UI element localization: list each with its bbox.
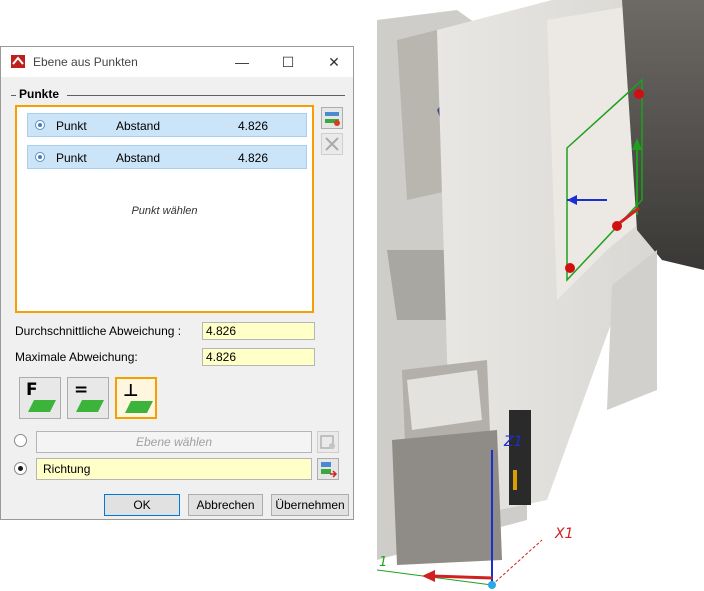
plane-perpendicular-button[interactable]: ⊥	[115, 377, 157, 419]
plane-parallel-icon-label: =	[74, 380, 89, 400]
pick-plane-icon	[320, 435, 335, 449]
minimize-button[interactable]: —	[219, 47, 265, 77]
picked-point-3[interactable]	[565, 263, 575, 273]
plane-face-icon-label: F	[26, 380, 38, 400]
cabinet-light	[513, 470, 517, 490]
plane-parallel-icon	[76, 400, 104, 412]
maximum-deviation-label: Maximale Abweichung:	[15, 350, 138, 364]
plane-from-points-dialog: Ebene aus Punkten — ☐ ✕ Punkte Punkt Abs…	[0, 46, 354, 520]
maximize-button[interactable]: ☐	[265, 47, 311, 77]
plane-parallel-button[interactable]: =	[67, 377, 109, 419]
window-title: Ebene aus Punkten	[33, 55, 138, 69]
3d-viewport[interactable]: Z1 X1 1	[377, 0, 704, 591]
average-deviation-field: 4.826	[202, 322, 315, 340]
plane-option-radio[interactable]	[14, 434, 27, 447]
red-axis-arrow	[431, 574, 493, 580]
select-point-hint: Punkt wählen	[131, 205, 198, 217]
pick-direction-button[interactable]	[317, 458, 339, 480]
origin-point	[488, 581, 496, 589]
point-target-icon	[35, 120, 45, 130]
picked-point-2[interactable]	[612, 221, 622, 231]
x-axis-label: X1	[554, 526, 574, 542]
z-axis-label: Z1	[503, 434, 523, 450]
direction-option-radio[interactable]	[14, 462, 27, 475]
point-distance-value: 4.826	[238, 151, 269, 165]
maximize-icon: ☐	[281, 53, 295, 70]
pick-plane-button[interactable]	[317, 431, 339, 453]
add-point-button[interactable]	[321, 107, 343, 129]
minimize-icon: —	[235, 54, 249, 70]
points-group-label: Punkte	[19, 87, 60, 101]
point-list[interactable]: Punkt Abstand 4.826 Punkt Abstand 4.826 …	[15, 105, 314, 313]
maximum-deviation-field: 4.826	[202, 348, 315, 366]
point-row[interactable]: Punkt Abstand 4.826	[27, 113, 307, 137]
ok-button[interactable]: OK	[104, 494, 180, 516]
plane-perpendicular-icon	[125, 401, 153, 413]
apply-button[interactable]: Übernehmen	[271, 494, 349, 516]
plane-perpendicular-icon-label: ⊥	[123, 381, 139, 401]
point-distance-label: Abstand	[116, 151, 161, 165]
point-distance-label: Abstand	[116, 119, 161, 133]
group-divider	[67, 95, 345, 96]
app-logo-icon	[11, 55, 25, 68]
group-divider-left	[11, 95, 16, 96]
point-target-icon	[35, 152, 45, 162]
pick-direction-icon	[321, 462, 338, 478]
delete-icon	[325, 137, 339, 151]
average-deviation-label: Durchschnittliche Abweichung :	[15, 324, 182, 338]
close-icon: ✕	[328, 53, 340, 70]
select-plane-field[interactable]: Ebene wählen	[36, 431, 312, 453]
point-distance-value: 4.826	[238, 119, 269, 133]
cancel-button[interactable]: Abbrechen	[188, 494, 263, 516]
machine-top	[407, 370, 482, 430]
picked-point-1[interactable]	[634, 89, 644, 99]
point-name: Punkt	[56, 151, 87, 165]
plane-face-icon	[28, 400, 56, 412]
point-row[interactable]: Punkt Abstand 4.826	[27, 145, 307, 169]
add-points-icon	[325, 112, 340, 126]
remove-point-button[interactable]	[321, 133, 343, 155]
plane-face-button[interactable]: F	[19, 377, 61, 419]
black-cabinet	[509, 410, 531, 505]
close-button[interactable]: ✕	[311, 47, 357, 77]
point-name: Punkt	[56, 119, 87, 133]
machine-base	[392, 430, 502, 565]
direction-field[interactable]: Richtung	[36, 458, 312, 480]
y-axis-label: 1	[379, 555, 387, 570]
title-bar: Ebene aus Punkten — ☐ ✕	[1, 47, 353, 77]
